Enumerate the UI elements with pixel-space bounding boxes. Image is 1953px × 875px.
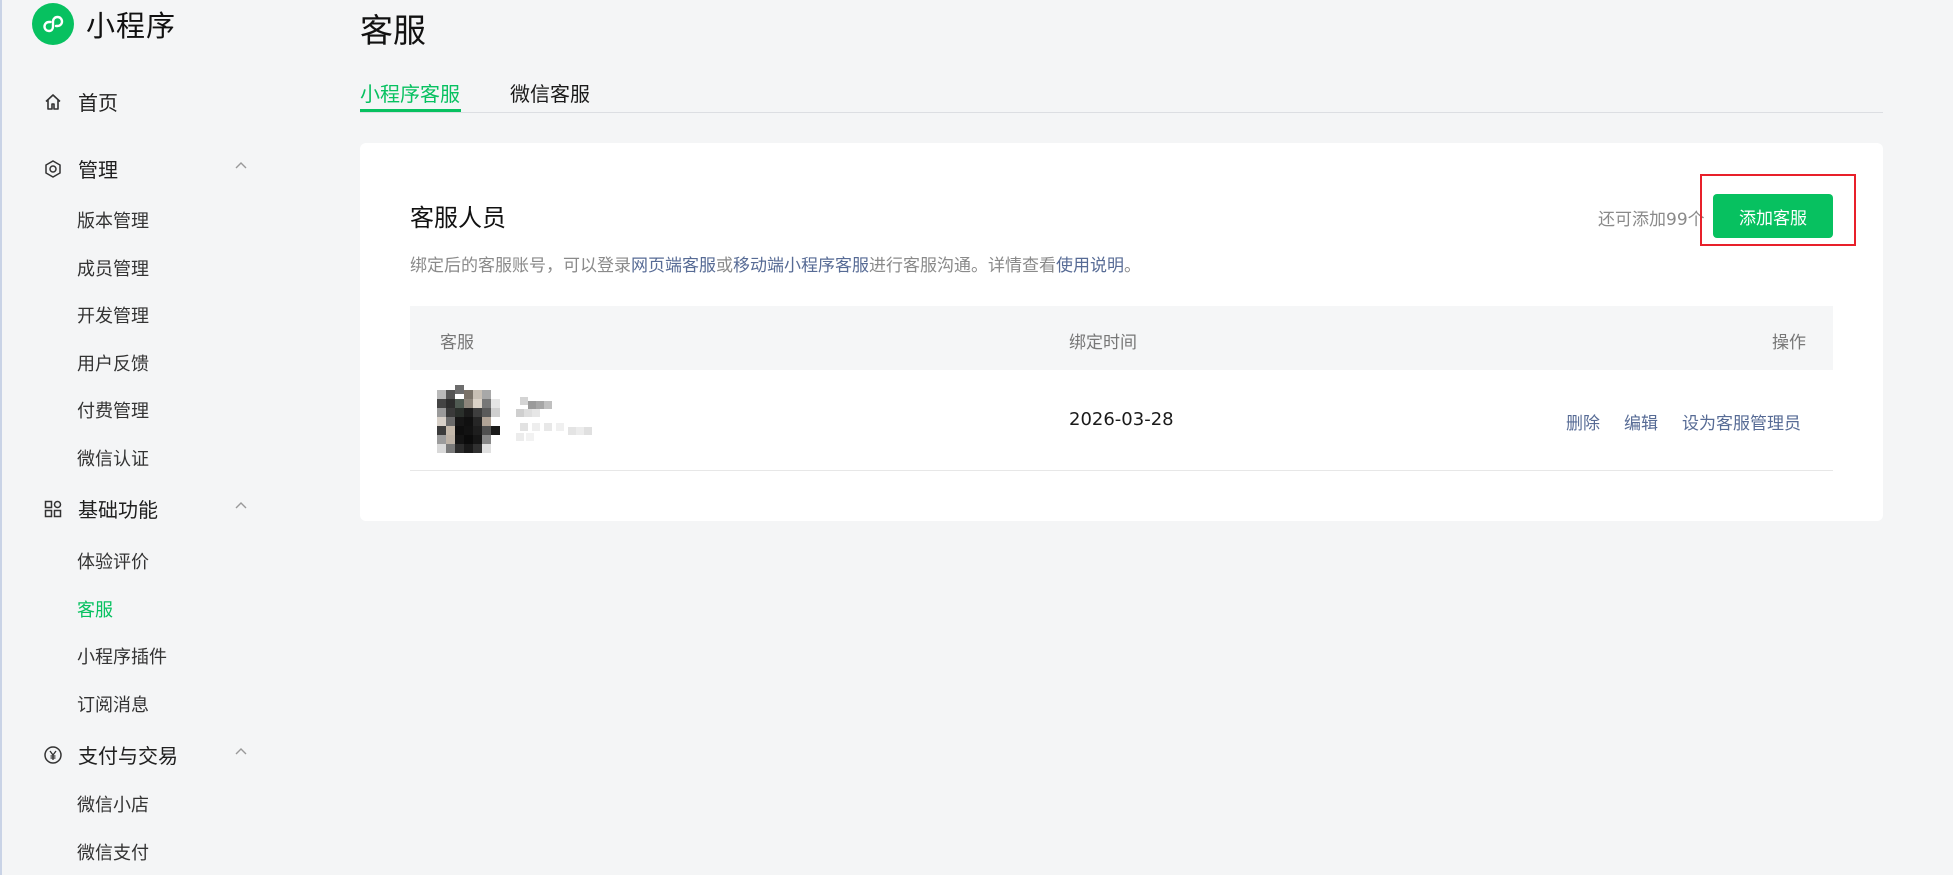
sidebar-item-review[interactable]: 体验评价 (77, 548, 149, 574)
sidebar-item-label: 首页 (78, 91, 118, 115)
highlight-annotation (1700, 174, 1856, 246)
app-logo[interactable]: 小程序 (32, 3, 176, 45)
sidebar-group-label: 基础功能 (78, 498, 158, 522)
sidebar-item-feedback[interactable]: 用户反馈 (77, 350, 149, 376)
chevron-up-icon[interactable] (234, 159, 248, 173)
column-header-agent: 客服 (440, 333, 474, 353)
card-description: 绑定后的客服账号，可以登录网页端客服或移动端小程序客服进行客服沟通。详情查看使用… (410, 251, 1141, 276)
tab-bar: 小程序客服 微信客服 (360, 76, 1883, 113)
sidebar-item-members[interactable]: 成员管理 (77, 255, 149, 281)
sidebar-item-payment-manage[interactable]: 付费管理 (77, 397, 149, 423)
sidebar-group-label: 支付与交易 (78, 744, 178, 768)
sidebar-item-verification[interactable]: 微信认证 (77, 445, 149, 471)
home-icon (42, 91, 64, 113)
apps-grid-icon (42, 498, 64, 520)
sidebar-group-label: 管理 (78, 158, 118, 182)
edit-action[interactable]: 编辑 (1624, 409, 1658, 434)
hexagon-settings-icon (42, 158, 64, 180)
service-staff-card: 客服人员 绑定后的客服账号，可以登录网页端客服或移动端小程序客服进行客服沟通。详… (360, 143, 1883, 521)
sidebar-item-wechat-pay[interactable]: 微信支付 (77, 839, 149, 865)
agent-name-blurred (516, 397, 592, 441)
sidebar-item-plugins[interactable]: 小程序插件 (77, 643, 167, 669)
delete-action[interactable]: 删除 (1566, 409, 1600, 434)
page-title: 客服 (360, 11, 426, 50)
usage-guide-link[interactable]: 使用说明 (1056, 256, 1124, 276)
set-admin-action[interactable]: 设为客服管理员 (1682, 409, 1801, 434)
chevron-up-icon[interactable] (234, 499, 248, 513)
desc-text: 。 (1124, 256, 1141, 276)
sidebar-group-pay[interactable]: 支付与交易 (42, 740, 178, 769)
desc-text: 或 (716, 256, 733, 276)
bind-date: 2026-03-28 (1069, 409, 1174, 430)
tab-miniprogram-service[interactable]: 小程序客服 (360, 78, 460, 107)
sidebar-item-wechat-shop[interactable]: 微信小店 (77, 791, 149, 817)
sidebar-item-customer-service[interactable]: 客服 (77, 596, 113, 622)
table-row: 2026-03-28 删除 编辑 设为客服管理员 (410, 370, 1833, 471)
column-header-actions: 操作 (1772, 333, 1806, 353)
table-header: 客服 绑定时间 操作 (410, 306, 1833, 370)
web-service-link[interactable]: 网页端客服 (631, 256, 716, 276)
tab-wechat-service[interactable]: 微信客服 (510, 78, 590, 107)
sidebar-item-home[interactable]: 首页 (42, 87, 118, 116)
avatar (437, 385, 501, 455)
sidebar: 小程序 首页 管理 版本管理 成员管理 开发管理 用户反馈 付费管理 微信认证 … (2, 0, 292, 875)
app-name: 小程序 (86, 9, 177, 43)
desc-text: 绑定后的客服账号，可以登录 (410, 256, 631, 276)
sidebar-item-version[interactable]: 版本管理 (77, 207, 149, 233)
mobile-service-link[interactable]: 移动端小程序客服 (733, 256, 869, 276)
sidebar-group-basic[interactable]: 基础功能 (42, 494, 158, 523)
column-header-bind-time: 绑定时间 (1069, 333, 1137, 353)
desc-text: 进行客服沟通。详情查看 (869, 256, 1056, 276)
sidebar-group-manage[interactable]: 管理 (42, 154, 118, 183)
yuan-icon (42, 744, 64, 766)
chevron-up-icon[interactable] (234, 745, 248, 759)
sidebar-item-dev[interactable]: 开发管理 (77, 302, 149, 328)
miniprogram-logo-icon (32, 3, 74, 45)
remaining-quota: 还可添加99个 (1598, 210, 1705, 230)
active-tab-indicator (360, 109, 461, 112)
sidebar-item-subscription[interactable]: 订阅消息 (77, 691, 149, 717)
card-title: 客服人员 (410, 204, 506, 232)
